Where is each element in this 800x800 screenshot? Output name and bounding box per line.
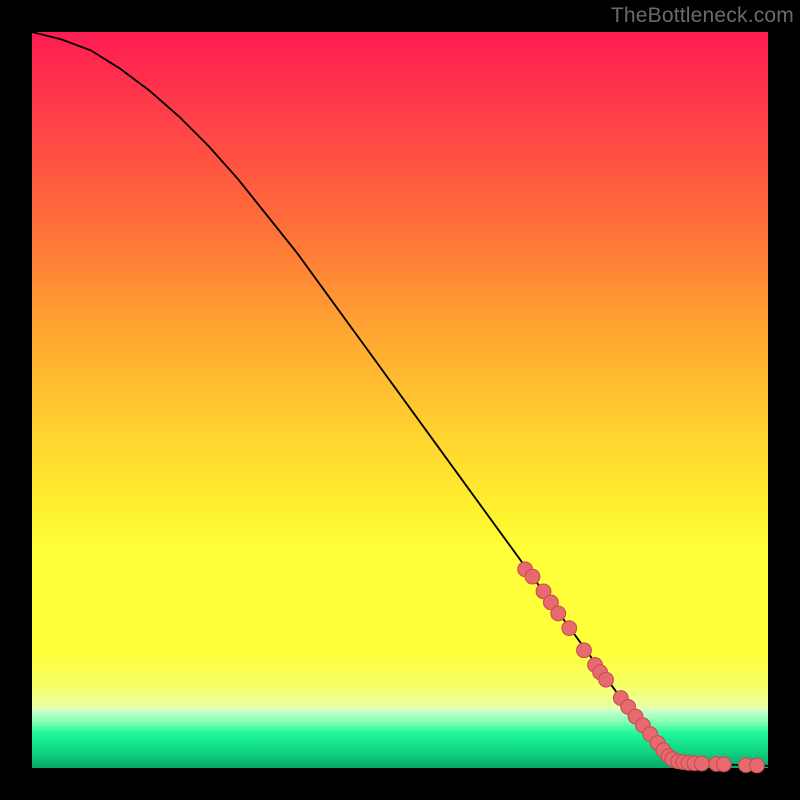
data-point xyxy=(750,758,765,773)
data-point xyxy=(562,621,577,636)
data-point xyxy=(599,672,614,687)
data-point xyxy=(577,643,592,658)
data-point xyxy=(694,756,709,771)
data-point xyxy=(551,606,566,621)
data-point xyxy=(716,757,731,772)
bottleneck-curve xyxy=(32,32,768,766)
data-point xyxy=(525,569,540,584)
curve-group xyxy=(32,32,768,766)
watermark-text: TheBottleneck.com xyxy=(611,4,794,28)
chart-frame: TheBottleneck.com xyxy=(0,0,800,800)
marker-group xyxy=(518,562,765,773)
plot-area xyxy=(32,32,768,768)
chart-svg xyxy=(32,32,768,768)
